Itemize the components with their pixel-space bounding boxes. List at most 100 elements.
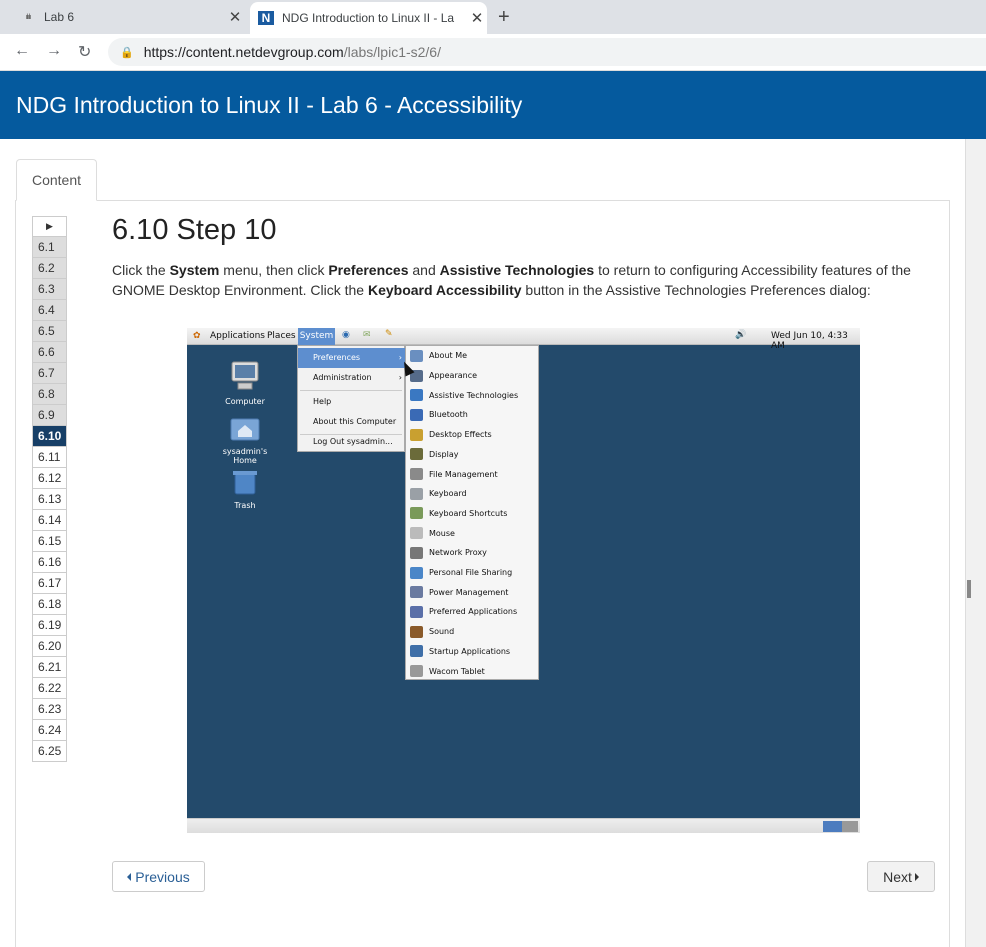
step-nav-item[interactable]: 6.12 bbox=[32, 468, 67, 489]
pref-item-icon bbox=[410, 665, 423, 678]
browser-launcher-icon: ◉ bbox=[342, 330, 350, 340]
pref-menu-item: Desktop Effects bbox=[406, 425, 538, 445]
previous-label: Previous bbox=[135, 868, 190, 885]
step-nav-item[interactable]: 6.9 bbox=[32, 405, 67, 426]
pref-item-label: About Me bbox=[429, 351, 468, 361]
pref-item-label: Preferred Applications bbox=[429, 607, 518, 617]
pref-item-label: Sound bbox=[429, 627, 455, 637]
desktop-icon-home: sysadmin's Home bbox=[210, 414, 280, 465]
notes-launcher-icon: ✎ bbox=[385, 329, 393, 339]
menu-item-label: Preferences bbox=[313, 353, 361, 362]
step-nav-item[interactable]: 6.6 bbox=[32, 342, 67, 363]
back-arrow-icon[interactable]: ← bbox=[14, 42, 30, 60]
home-folder-icon bbox=[230, 418, 260, 441]
pref-item-label: Bluetooth bbox=[429, 410, 468, 420]
instruction-text: Click the bbox=[112, 262, 170, 278]
step-nav-item[interactable]: 6.21 bbox=[32, 657, 67, 678]
desktop-icon-computer: Computer bbox=[210, 360, 280, 406]
pref-menu-item: Appearance bbox=[406, 366, 538, 386]
menu-item-administration: Administration › bbox=[298, 368, 406, 388]
caret-left-icon bbox=[127, 872, 132, 881]
pref-menu-item: Wacom Tablet bbox=[406, 661, 538, 681]
next-button[interactable]: Next bbox=[867, 861, 935, 892]
step-nav-item[interactable]: 6.10 bbox=[32, 426, 67, 447]
pref-menu-item: File Management bbox=[406, 464, 538, 484]
step-instructions: Click the System menu, then click Prefer… bbox=[112, 260, 922, 300]
gnome-bottom-panel bbox=[187, 818, 860, 833]
tab-content[interactable]: Content bbox=[16, 159, 97, 201]
step-nav-item[interactable]: 6.7 bbox=[32, 363, 67, 384]
pref-item-icon bbox=[410, 645, 423, 658]
pref-menu-item: Bluetooth bbox=[406, 405, 538, 425]
pref-item-icon bbox=[410, 507, 423, 520]
address-bar[interactable]: 🔒 https://content.netdevgroup.com/labs/l… bbox=[108, 38, 986, 66]
step-nav-item[interactable]: 6.19 bbox=[32, 615, 67, 636]
step-nav-item[interactable]: 6.20 bbox=[32, 636, 67, 657]
pref-item-label: Assistive Technologies bbox=[429, 390, 519, 400]
applications-menu: Applications bbox=[210, 331, 265, 341]
browser-tab-lab6[interactable]: ılıılı Lab 6 ✕ bbox=[0, 0, 245, 34]
browser-tab-ndg[interactable]: N NDG Introduction to Linux II - La ✕ bbox=[250, 2, 487, 34]
pref-item-icon bbox=[410, 605, 423, 618]
instruction-bold: Assistive Technologies bbox=[439, 262, 595, 278]
step-nav-item[interactable]: 6.5 bbox=[32, 321, 67, 342]
pref-item-label: Personal File Sharing bbox=[429, 568, 513, 578]
close-tab-icon[interactable]: ✕ bbox=[225, 8, 245, 26]
scrollbar[interactable] bbox=[965, 139, 986, 947]
workspace-1 bbox=[823, 821, 842, 832]
places-menu: Places bbox=[267, 331, 296, 341]
step-nav-item[interactable]: 6.22 bbox=[32, 678, 67, 699]
previous-button[interactable]: Previous bbox=[112, 861, 205, 892]
pref-item-label: Appearance bbox=[429, 371, 478, 381]
step-nav-item[interactable]: 6.15 bbox=[32, 531, 67, 552]
system-menu: System bbox=[298, 328, 335, 345]
menu-separator bbox=[300, 390, 402, 391]
instruction-bold: Keyboard Accessibility bbox=[367, 282, 522, 298]
pref-item-label: Keyboard bbox=[429, 489, 467, 499]
instruction-text: menu, then click bbox=[219, 262, 329, 278]
step-nav-item[interactable]: 6.14 bbox=[32, 510, 67, 531]
step-nav-item[interactable]: 6.23 bbox=[32, 699, 67, 720]
reload-icon[interactable]: ↻ bbox=[78, 42, 91, 62]
step-nav-item[interactable]: 6.1 bbox=[32, 237, 67, 258]
menu-item-label: Administration bbox=[313, 373, 372, 382]
browser-toolbar: ← → ↻ 🔒 https://content.netdevgroup.com /… bbox=[0, 34, 986, 71]
pref-menu-item: Preferred Applications bbox=[406, 602, 538, 622]
url-host: https://content.netdevgroup.com bbox=[143, 44, 344, 60]
new-tab-icon[interactable]: + bbox=[498, 6, 510, 29]
pref-item-icon bbox=[410, 566, 423, 579]
step-nav-item[interactable]: 6.17 bbox=[32, 573, 67, 594]
pref-menu-item: Mouse bbox=[406, 523, 538, 543]
step-nav-item[interactable]: 6.13 bbox=[32, 489, 67, 510]
preferences-submenu: About Me Appearance Assistive Technologies… bbox=[405, 345, 539, 680]
menu-item-logout: Log Out sysadmin... bbox=[313, 437, 393, 446]
step-nav: ▶ 6.1 6.2 6.3 6.4 6.5 6.6 6.7 6.8 6.9 6.10 6.11 6.1… bbox=[32, 216, 67, 762]
tab-title: Lab 6 bbox=[44, 10, 75, 24]
pref-item-label: Desktop Effects bbox=[429, 430, 492, 440]
system-dropdown: Preferences › Administration › Help About … bbox=[297, 345, 406, 452]
volume-icon: 🔊 bbox=[735, 330, 747, 340]
step-nav-item[interactable]: 6.25 bbox=[32, 741, 67, 762]
pref-menu-item: Power Management bbox=[406, 582, 538, 602]
forward-arrow-icon[interactable]: → bbox=[46, 42, 62, 60]
close-tab-icon[interactable]: ✕ bbox=[467, 9, 487, 27]
next-label: Next bbox=[883, 868, 912, 885]
mail-launcher-icon: ✉ bbox=[363, 330, 371, 340]
pref-menu-item: Network Proxy bbox=[406, 543, 538, 563]
pref-menu-item: About Me bbox=[406, 346, 538, 366]
pref-item-icon bbox=[410, 448, 423, 461]
step-nav-item[interactable]: 6.16 bbox=[32, 552, 67, 573]
pref-menu-item: Startup Applications bbox=[406, 642, 538, 662]
step-nav-item[interactable]: 6.2 bbox=[32, 258, 67, 279]
desktop-icon-trash: Trash bbox=[210, 468, 280, 510]
step-nav-item[interactable]: 6.11 bbox=[32, 447, 67, 468]
step-nav-item[interactable]: 6.4 bbox=[32, 300, 67, 321]
instruction-bold: System bbox=[169, 262, 220, 278]
step-nav-item[interactable]: 6.8 bbox=[32, 384, 67, 405]
scrollbar-thumb[interactable] bbox=[967, 580, 971, 598]
step-nav-item[interactable]: 6.3 bbox=[32, 279, 67, 300]
step-nav-toggle[interactable]: ▶ bbox=[32, 216, 67, 237]
pref-menu-item: Personal File Sharing bbox=[406, 563, 538, 583]
step-nav-item[interactable]: 6.24 bbox=[32, 720, 67, 741]
step-nav-item[interactable]: 6.18 bbox=[32, 594, 67, 615]
